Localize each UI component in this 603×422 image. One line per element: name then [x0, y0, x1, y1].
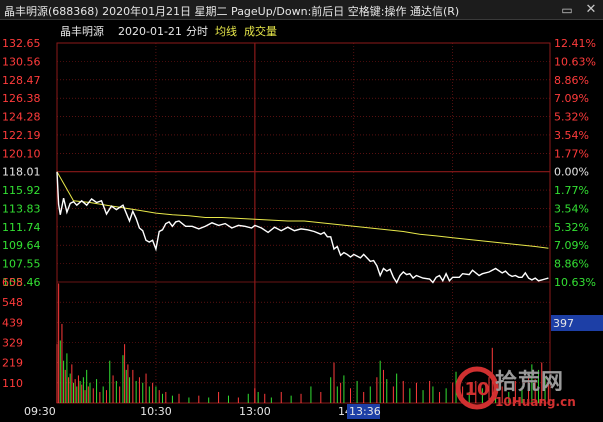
price-tick-label: 132.65	[2, 37, 41, 50]
time-readout-value: 13:36	[349, 405, 381, 418]
watermark-logo-text: 10	[464, 379, 489, 400]
price-tick-label: 120.10	[2, 147, 41, 160]
time-readout: 13:36	[347, 404, 381, 419]
time-tick-label: 13:00	[239, 405, 271, 418]
percent-tick-label: 8.86%	[554, 258, 589, 271]
chart-date: 2020-01-21	[118, 25, 182, 38]
percent-tick-label: 5.32%	[554, 111, 589, 124]
volume-label: 成交量	[244, 24, 277, 38]
percent-tick-label: 8.86%	[554, 74, 589, 87]
percent-tick-label: 0.00%	[554, 166, 589, 179]
window-titlebar: 晶丰明源(688368) 2020年01月21日 星期二 PageUp/Down…	[0, 0, 603, 20]
volume-tick-label: 219	[2, 357, 23, 370]
chart-header: 晶丰明源 2020-01-21 分时 均线 成交量	[60, 24, 277, 38]
percent-tick-label: 5.32%	[554, 221, 589, 234]
stock-name: 晶丰明源	[60, 24, 104, 38]
price-tick-label: 118.01	[2, 166, 41, 179]
watermark: 10 拾荒网 10Huang.cn	[455, 362, 595, 414]
price-tick-label: 111.74	[2, 221, 41, 234]
price-tick-label: 107.55	[2, 258, 41, 271]
percent-tick-label: 1.77%	[554, 147, 589, 160]
percent-tick-label: 3.54%	[554, 202, 589, 215]
price-tick-label: 113.83	[2, 202, 41, 215]
minimize-icon[interactable]: ▭	[555, 0, 579, 20]
price-tick-label: 126.38	[2, 92, 41, 105]
price-tick-label: 124.28	[2, 111, 41, 124]
close-icon[interactable]: ✕	[579, 0, 603, 20]
price-tick-label: 122.19	[2, 129, 41, 142]
volume-tick-label: 439	[2, 316, 23, 329]
volume-tick-label: 110	[2, 377, 23, 390]
volume-readout: 397	[551, 315, 603, 331]
price-tick-label: 130.56	[2, 55, 41, 68]
avg-line-label: 均线	[215, 24, 237, 38]
percent-tick-label: 7.09%	[554, 239, 589, 252]
volume-readout-value: 397	[553, 317, 574, 330]
time-tick-label: 09:30	[24, 405, 56, 418]
watermark-sub-text: 10Huang.cn	[495, 395, 576, 409]
volume-tick-label: 548	[2, 296, 23, 309]
window-title: 晶丰明源(688368) 2020年01月21日 星期二 PageUp/Down…	[4, 5, 460, 18]
watermark-main-text: 拾荒网	[495, 370, 565, 395]
percent-tick-label: 12.41%	[554, 37, 596, 50]
percent-tick-label: 10.63%	[554, 276, 596, 289]
volume-tick-label: 658	[2, 276, 23, 289]
time-tick-label: 10:30	[140, 405, 172, 418]
volume-tick-label: 329	[2, 337, 23, 350]
watermark-logo: 10	[455, 366, 499, 410]
price-tick-label: 109.64	[2, 239, 41, 252]
price-tick-label: 115.92	[2, 184, 41, 197]
percent-tick-label: 7.09%	[554, 92, 589, 105]
chart-kind: 分时	[186, 25, 208, 38]
percent-tick-label: 3.54%	[554, 129, 589, 142]
price-tick-label: 128.47	[2, 74, 41, 87]
percent-tick-label: 10.63%	[554, 55, 596, 68]
percent-tick-label: 1.77%	[554, 184, 589, 197]
